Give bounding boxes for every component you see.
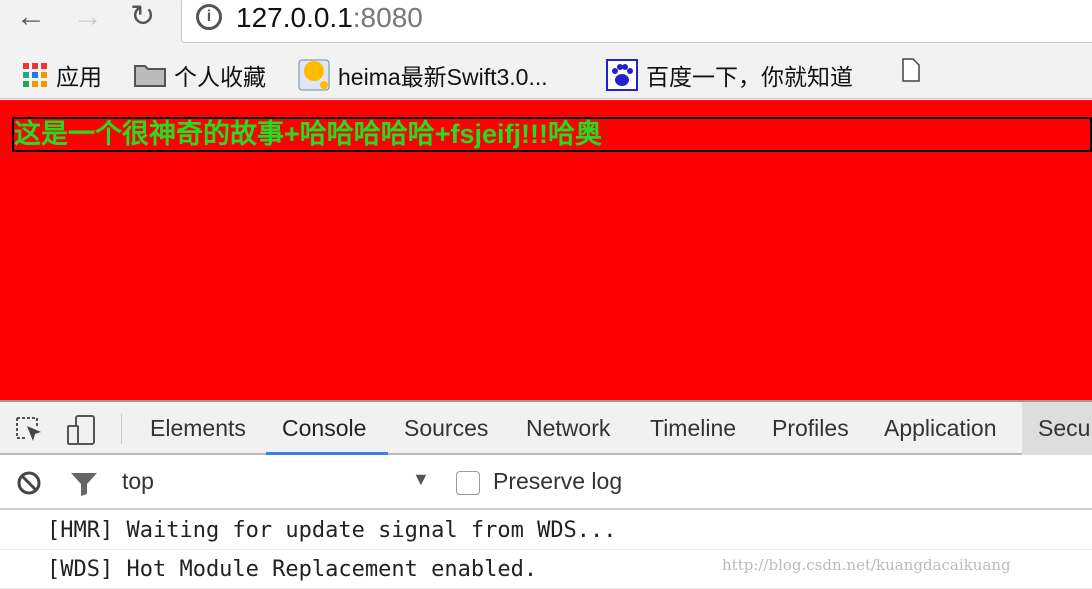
tab-sources[interactable]: Sources	[404, 402, 488, 455]
story-text: 这是一个很神奇的故事+哈哈哈哈哈+fsjeifj!!!哈奥	[12, 117, 1092, 152]
console-filter-bar: top ▼ Preserve log	[0, 455, 1092, 510]
device-toggle-icon[interactable]	[66, 414, 98, 446]
tab-console[interactable]: Console	[266, 402, 388, 455]
inspect-element-icon[interactable]	[15, 416, 45, 444]
tab-elements[interactable]: Elements	[150, 402, 246, 455]
bookmark-label: heima最新Swift3.0...	[338, 64, 548, 90]
url-host: 127.0.0.1	[236, 2, 353, 33]
bookmark-baidu[interactable]: 百度一下，你就知道	[606, 58, 853, 92]
tab-timeline[interactable]: Timeline	[650, 402, 736, 455]
reload-icon[interactable]: ↻	[130, 0, 155, 34]
filter-icon[interactable]	[70, 471, 98, 497]
devtools-tabbar: Elements Console Sources Network Timelin…	[0, 400, 1092, 455]
back-icon[interactable]: ←	[16, 0, 46, 34]
bookmark-label: 应用	[56, 64, 102, 90]
bookmarks-bar: 应用 个人收藏 heima最新Swift3.0... 百度一下，你就知道	[0, 46, 1092, 99]
watermark: http://blog.csdn.net/kuangdacaikuang	[722, 556, 1011, 574]
preserve-log-label: Preserve log	[493, 468, 623, 494]
info-icon[interactable]: i	[196, 4, 222, 30]
bookmark-apps[interactable]: 应用	[22, 58, 102, 92]
console-message: [HMR] Waiting for update signal from WDS…	[0, 512, 1092, 550]
forward-icon[interactable]: →	[73, 0, 103, 34]
document-icon	[902, 58, 920, 82]
divider	[121, 414, 122, 444]
address-bar[interactable]: i 127.0.0.1:8080	[181, 0, 1092, 43]
url-port: :8080	[352, 2, 423, 33]
bookmark-favicon-icon	[298, 59, 330, 91]
bookmark-label: 百度一下，你就知道	[646, 64, 853, 90]
tab-application[interactable]: Application	[884, 402, 997, 455]
dropdown-arrow-icon[interactable]: ▼	[412, 469, 430, 490]
baidu-paw-icon	[606, 59, 638, 91]
bookmark-folder[interactable]: 个人收藏	[134, 58, 266, 92]
apps-grid-icon	[23, 63, 47, 87]
browser-toolbar: ← → ↻ i 127.0.0.1:8080	[0, 0, 1092, 46]
context-select[interactable]: top	[122, 468, 154, 495]
tab-profiles[interactable]: Profiles	[772, 402, 849, 455]
bookmark-label: 个人收藏	[174, 64, 266, 90]
bookmark-document[interactable]	[902, 58, 920, 82]
folder-icon	[134, 65, 166, 87]
tab-security[interactable]: Secu	[1022, 402, 1092, 455]
bookmark-heima[interactable]: heima最新Swift3.0...	[298, 58, 548, 92]
tab-network[interactable]: Network	[526, 402, 610, 455]
preserve-log-checkbox[interactable]	[456, 471, 480, 495]
page-content: 这是一个很神奇的故事+哈哈哈哈哈+fsjeifj!!!哈奥	[0, 100, 1092, 400]
clear-console-icon[interactable]	[16, 470, 42, 496]
